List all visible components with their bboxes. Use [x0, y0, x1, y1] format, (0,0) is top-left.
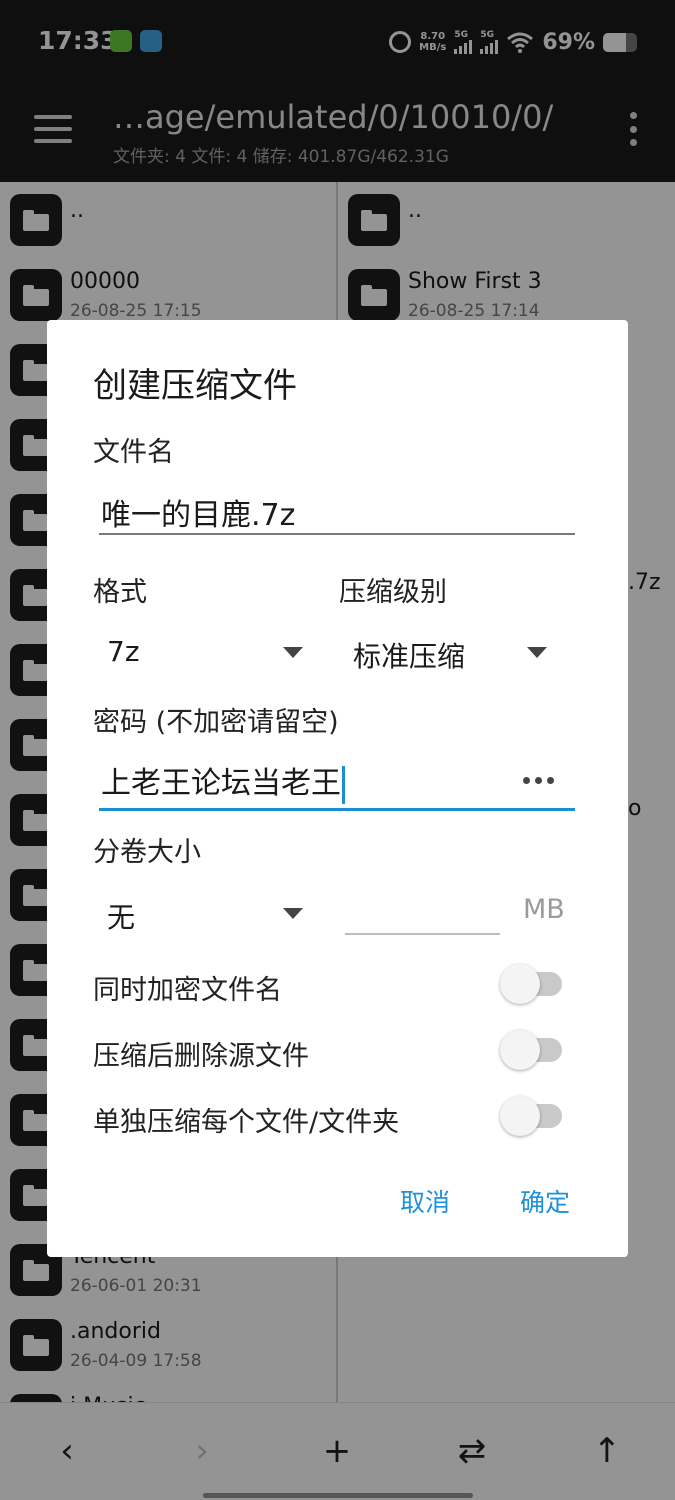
cancel-button[interactable]: 取消	[400, 1183, 450, 1219]
password-input[interactable]: 上老王论坛当老王	[101, 758, 345, 804]
password-underline	[99, 808, 575, 811]
text-caret	[342, 765, 345, 804]
more-dots-icon[interactable]	[523, 777, 554, 784]
switch-thumb	[500, 1030, 540, 1070]
chevron-down-icon	[283, 647, 303, 658]
filename-underline	[99, 533, 575, 535]
compress-separately-toggle[interactable]	[500, 1096, 562, 1136]
encrypt-filenames-label: 同时加密文件名	[93, 975, 282, 1006]
split-size-label: 分卷大小	[93, 837, 201, 868]
format-select[interactable]: 7z	[107, 627, 307, 677]
split-unit: MB	[523, 894, 565, 925]
compress-separately-label: 单独压缩每个文件/文件夹	[93, 1107, 400, 1138]
compression-level-select[interactable]: 标准压缩	[353, 627, 553, 677]
switch-thumb	[500, 1096, 540, 1136]
filename-label: 文件名	[93, 437, 174, 468]
format-value: 7z	[107, 635, 140, 668]
delete-source-toggle[interactable]	[500, 1030, 562, 1070]
encrypt-filenames-toggle[interactable]	[500, 964, 562, 1004]
chevron-down-icon	[283, 908, 303, 919]
split-size-custom-input[interactable]	[345, 933, 500, 935]
gesture-nav-handle[interactable]	[203, 1493, 473, 1498]
compression-level-value: 标准压缩	[353, 640, 466, 673]
compression-level-label: 压缩级别	[339, 577, 447, 608]
split-size-select[interactable]: 无	[107, 888, 307, 938]
split-size-value: 无	[107, 901, 136, 934]
password-label: 密码 (不加密请留空)	[93, 707, 339, 738]
create-archive-dialog: 创建压缩文件 文件名 唯一的目鹿.7z 格式 压缩级别 7z 标准压缩 密码 (…	[47, 320, 628, 1257]
switch-thumb	[500, 964, 540, 1004]
password-value: 上老王论坛当老王	[101, 766, 341, 801]
delete-source-label: 压缩后删除源文件	[93, 1041, 309, 1072]
confirm-button[interactable]: 确定	[520, 1183, 570, 1219]
format-label: 格式	[93, 577, 147, 608]
filename-input[interactable]: 唯一的目鹿.7z	[101, 490, 295, 534]
dialog-title: 创建压缩文件	[93, 366, 297, 406]
chevron-down-icon	[527, 647, 547, 658]
